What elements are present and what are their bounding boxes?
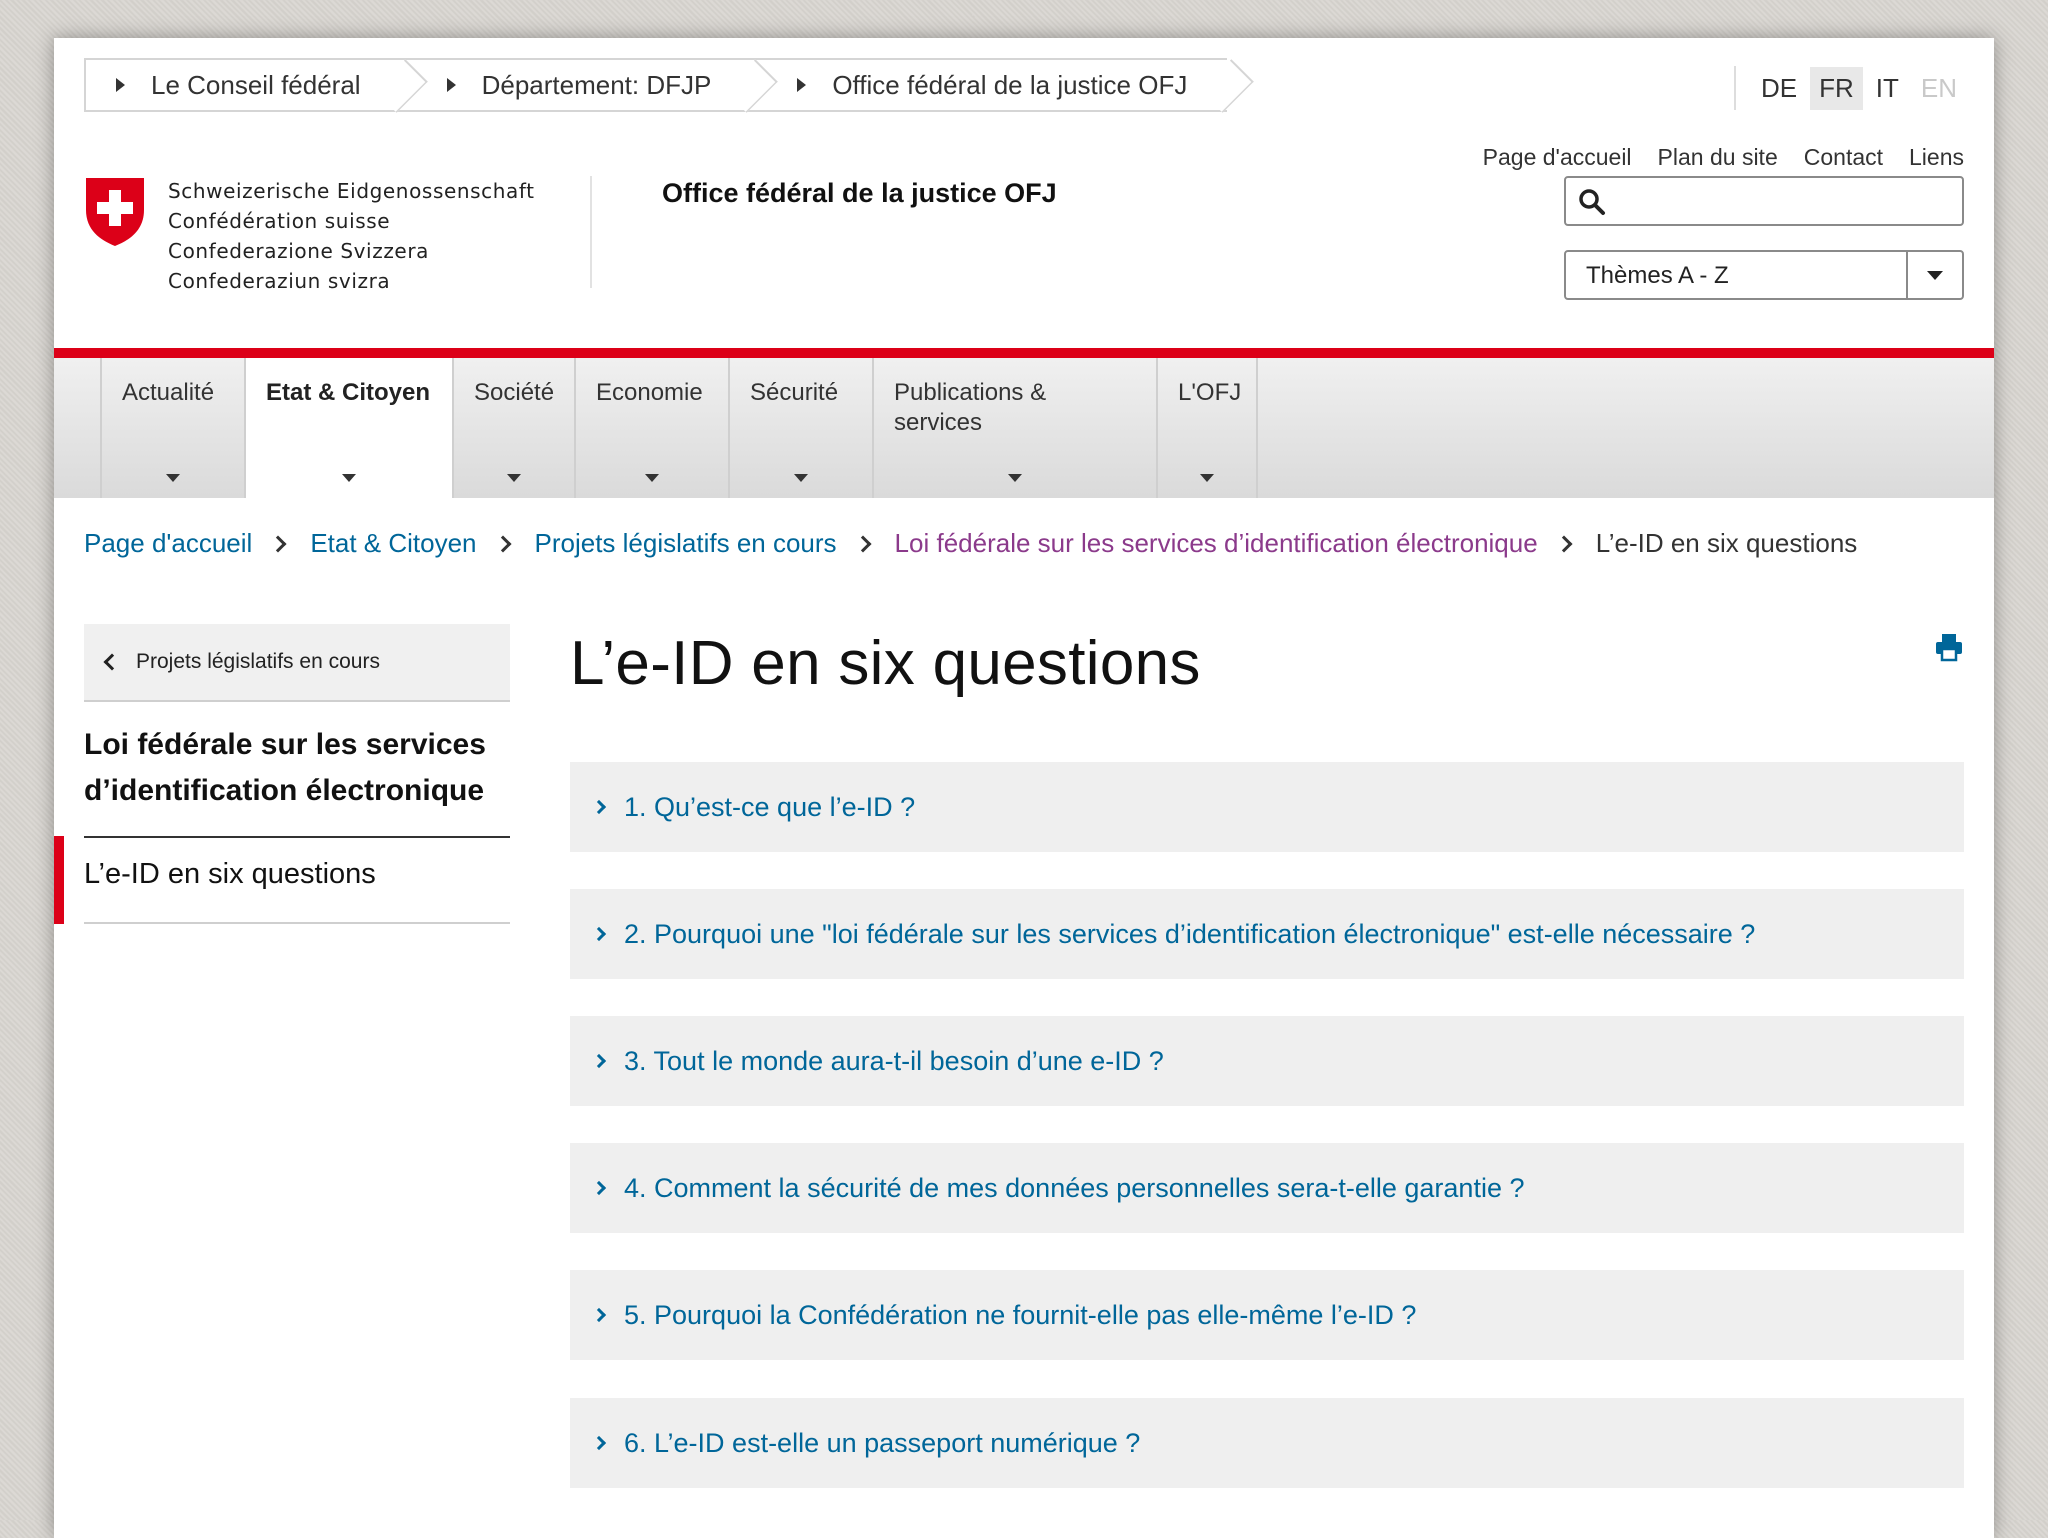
nav-item-label: Economie — [596, 379, 703, 406]
service-navigation: Page d'accueil Plan du site Contact Lien… — [1483, 144, 1964, 171]
faq-question: 3. Tout le monde aura-t-il besoin d’une … — [624, 1045, 1164, 1076]
nav-item-label: Etat & Citoyen — [266, 379, 431, 406]
themes-select[interactable]: Thèmes A - Z — [1564, 250, 1964, 300]
themes-select-toggle[interactable] — [1906, 252, 1962, 298]
chevron-down-icon — [507, 474, 521, 482]
crumb-arrow-divider — [1200, 59, 1255, 113]
nav-item-economie[interactable]: Economie — [576, 358, 730, 498]
office-title: Office fédéral de la justice OFJ — [662, 178, 1057, 208]
faq-item[interactable]: 2. Pourquoi une "loi fédérale sur les se… — [570, 889, 1964, 979]
hierarchy-crumb-label: Le Conseil fédéral — [151, 69, 361, 100]
nav-item-publications-services[interactable]: Publications & services — [874, 358, 1158, 498]
triangle-right-icon — [446, 78, 456, 92]
faq-item[interactable]: 3. Tout le monde aura-t-il besoin d’une … — [570, 1016, 1964, 1106]
sidebar-item-current[interactable]: L’e-ID en six questions — [84, 836, 510, 924]
search-box — [1564, 176, 1964, 226]
chevron-right-icon — [269, 535, 287, 552]
chevron-right-icon — [854, 535, 872, 552]
faq-question: 6. L’e-ID est-elle un passeport numériqu… — [624, 1427, 1141, 1458]
chevron-right-icon — [591, 1053, 607, 1069]
breadcrumb: Page d'accueil Etat & Citoyen Projets lé… — [84, 528, 1857, 559]
confederation-names: Schweizerische Eidgenossenschaft Confédé… — [168, 176, 535, 296]
nav-item-etat-citoyen[interactable]: Etat & Citoyen — [246, 358, 454, 498]
service-link-links[interactable]: Liens — [1909, 144, 1964, 171]
faq-item[interactable]: 1. Qu’est-ce que l’e-ID ? — [570, 762, 1964, 852]
chevron-right-icon — [591, 926, 607, 942]
lang-en: EN — [1920, 72, 1957, 103]
lang-fr[interactable]: FR — [1810, 66, 1863, 110]
nav-item-securite[interactable]: Sécurité — [730, 358, 874, 498]
faq-question: 5. Pourquoi la Confédération ne fournit-… — [624, 1299, 1417, 1330]
confederation-name-it: Confederazione Svizzera — [168, 239, 429, 263]
faq-item[interactable]: 5. Pourquoi la Confédération ne fournit-… — [570, 1270, 1964, 1360]
sidebar-back-label: Projets législatifs en cours — [136, 650, 380, 673]
nav-item-label: Société — [474, 379, 555, 406]
print-icon[interactable] — [1934, 632, 1964, 662]
breadcrumb-item[interactable]: Loi fédérale sur les services d’identifi… — [895, 528, 1538, 559]
hierarchy-crumb-federal-council[interactable]: Le Conseil fédéral — [84, 58, 428, 113]
triangle-right-icon — [116, 78, 125, 92]
language-switcher: DE FR IT EN — [1733, 66, 1966, 110]
confederation-name-de: Schweizerische Eidgenossenschaft — [168, 179, 535, 203]
themes-select-value: Thèmes A - Z — [1586, 262, 1729, 289]
confederation-name-fr: Confédération suisse — [168, 209, 391, 233]
nav-item-label: L'OFJ — [1178, 379, 1242, 406]
page: Le Conseil fédéral Département: DFJP Off… — [54, 38, 1994, 1538]
faq-question: 1. Qu’est-ce que l’e-ID ? — [624, 791, 916, 822]
nav-item-label: Sécurité — [750, 379, 839, 406]
nav-item-actualite[interactable]: Actualité — [102, 358, 246, 498]
chevron-down-icon — [166, 474, 180, 482]
chevron-down-icon — [1927, 270, 1943, 280]
faq-question: 2. Pourquoi une "loi fédérale sur les se… — [624, 918, 1756, 949]
hierarchy-crumb-label: Office fédéral de la justice OFJ — [832, 69, 1188, 100]
page-title: L’e-ID en six questions — [570, 629, 1201, 698]
sidebar-back-link[interactable]: Projets législatifs en cours — [84, 624, 510, 702]
chevron-right-icon — [591, 1180, 607, 1196]
breadcrumb-item[interactable]: Page d'accueil — [84, 528, 252, 559]
chevron-right-icon — [591, 1435, 607, 1451]
header-divider — [590, 176, 592, 288]
main-navigation: Actualité Etat & Citoyen Société Economi… — [54, 358, 1994, 498]
nav-item-label: Publications & services — [894, 379, 1047, 436]
chevron-down-icon — [645, 474, 659, 482]
sidebar-active-marker — [54, 836, 64, 924]
service-link-home[interactable]: Page d'accueil — [1483, 144, 1632, 171]
chevron-left-icon — [103, 653, 121, 671]
breadcrumb-item[interactable]: Etat & Citoyen — [310, 528, 476, 559]
hierarchy-crumb-department[interactable]: Département: DFJP — [400, 58, 779, 113]
confederation-name-rm: Confederaziun svizra — [168, 269, 391, 293]
lang-de[interactable]: DE — [1752, 67, 1806, 110]
swiss-shield-icon — [86, 178, 144, 246]
chevron-right-icon — [1555, 535, 1573, 552]
chevron-down-icon — [1008, 474, 1022, 482]
federal-hierarchy-bar: Le Conseil fédéral Département: DFJP Off… — [84, 58, 1255, 113]
faq-item[interactable]: 4. Comment la sécurité de mes données pe… — [570, 1143, 1964, 1233]
hierarchy-crumb-office[interactable]: Office fédéral de la justice OFJ — [751, 58, 1255, 113]
search-icon[interactable] — [1578, 188, 1606, 216]
chevron-down-icon — [342, 474, 356, 482]
service-link-contact[interactable]: Contact — [1804, 144, 1883, 171]
triangle-right-icon — [797, 78, 807, 92]
faq-item[interactable]: 6. L’e-ID est-elle un passeport numériqu… — [570, 1398, 1964, 1488]
chevron-down-icon — [1200, 474, 1214, 482]
chevron-right-icon — [591, 1307, 607, 1323]
sidebar-heading[interactable]: Loi fédérale sur les services d’identifi… — [84, 722, 510, 838]
chevron-right-icon — [494, 535, 512, 552]
nav-item-societe[interactable]: Société — [454, 358, 576, 498]
accent-red-line — [54, 348, 1994, 358]
chevron-down-icon — [794, 474, 808, 482]
hierarchy-crumb-label: Département: DFJP — [481, 69, 712, 100]
service-link-sitemap[interactable]: Plan du site — [1658, 144, 1778, 171]
lang-it[interactable]: IT — [1867, 67, 1908, 110]
faq-question: 4. Comment la sécurité de mes données pe… — [624, 1172, 1525, 1203]
nav-item-lofj[interactable]: L'OFJ — [1158, 358, 1258, 498]
search-input[interactable] — [1614, 184, 1954, 218]
breadcrumb-item[interactable]: Projets législatifs en cours — [535, 528, 837, 559]
breadcrumb-current: L’e-ID en six questions — [1595, 528, 1858, 558]
chevron-right-icon — [591, 799, 607, 815]
nav-item-label: Actualité — [122, 379, 215, 406]
